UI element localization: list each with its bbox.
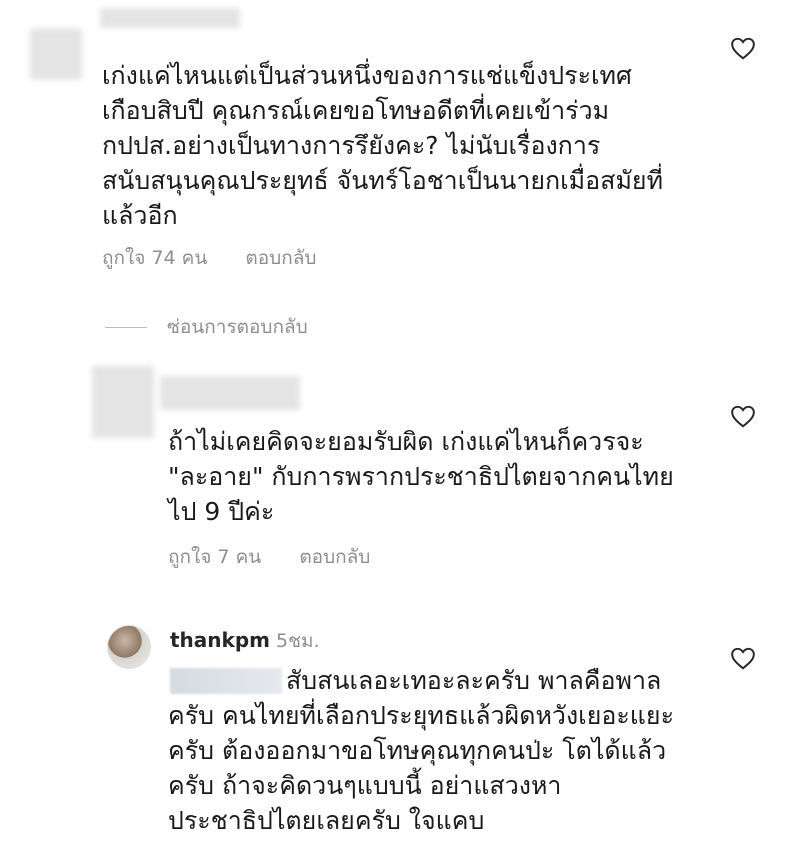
comment-2-line: ไป 9 ปีค่ะ [168, 497, 275, 526]
avatar[interactable] [107, 625, 151, 669]
blurred-username [160, 376, 300, 410]
blurred-avatar [92, 366, 154, 438]
comment-2-line: ถ้าไม่เคยคิดจะยอมรับผิด เก่งแค่ไหนก็ควรจ… [168, 427, 644, 456]
comment-1-line: แล้วอีก [102, 201, 178, 230]
comment-1-line: สนับสนุนคุณประยุทธ์ จันทร์โอชาเป็นนายกเม… [102, 166, 664, 195]
divider-line [105, 326, 147, 328]
comment-3-text: สับสนเลอะเทอะละครับ พาลคือพาล ครับ คนไทย… [168, 663, 674, 838]
comment-3-line: ครับ ต้องออกมาขอโทษคุณทุกคนป่ะ โตได้แล้ว [168, 736, 667, 765]
comment-1-line: เก่งแค่ไหนแต่เป็นส่วนหนึ่งของการแช่แข็งป… [102, 61, 632, 90]
username[interactable]: thankpm [170, 628, 270, 652]
hide-replies-button[interactable]: ซ่อนการตอบกลับ [105, 312, 308, 342]
comment-1-line: กปปส.อย่างเป็นทางการรึยังคะ? ไม่นับเรื่อ… [102, 131, 601, 160]
comment-1-meta: ถูกใจ 74 คน ตอบกลับ [102, 243, 348, 273]
timestamp: 5ชม. [276, 630, 320, 652]
comment-3-line: ครับ ถ้าจะคิดวนๆแบบนี้ อย่าแสวงหา [168, 771, 562, 800]
comment-3-line: ประชาธิปไตยเลยครับ ใจแคบ [168, 806, 485, 835]
likes-count[interactable]: ถูกใจ 7 คน [168, 546, 261, 568]
comment-3-line: สับสนเลอะเทอะละครับ พาลคือพาล [286, 666, 662, 695]
like-heart-icon[interactable] [730, 646, 756, 670]
likes-count[interactable]: ถูกใจ 74 คน [102, 247, 207, 269]
reply-button[interactable]: ตอบกลับ [245, 247, 316, 269]
comment-2-text: ถ้าไม่เคยคิดจะยอมรับผิด เก่งแค่ไหนก็ควรจ… [168, 424, 674, 529]
comment-3-header: thankpm 5ชม. [170, 626, 320, 656]
comment-2-line: "ละอาย" กับการพรากประชาธิปไตยจากคนไทย [168, 462, 674, 491]
blurred-avatar [30, 28, 82, 80]
like-heart-icon[interactable] [730, 404, 756, 428]
comment-2-meta: ถูกใจ 7 คน ตอบกลับ [168, 542, 402, 572]
comment-1-text: เก่งแค่ไหนแต่เป็นส่วนหนึ่งของการแช่แข็งป… [102, 58, 663, 233]
blurred-username [100, 8, 240, 28]
hide-replies-label: ซ่อนการตอบกลับ [167, 316, 308, 338]
comment-1-line: เกือบสิบปี คุณกรณ์เคยขอโทษอดีตที่เคยเข้า… [102, 96, 610, 125]
comment-3-line: ครับ คนไทยที่เลือกประยุทธแล้วผิดหวังเยอะ… [168, 701, 674, 730]
reply-button[interactable]: ตอบกลับ [299, 546, 370, 568]
like-heart-icon[interactable] [730, 36, 756, 60]
